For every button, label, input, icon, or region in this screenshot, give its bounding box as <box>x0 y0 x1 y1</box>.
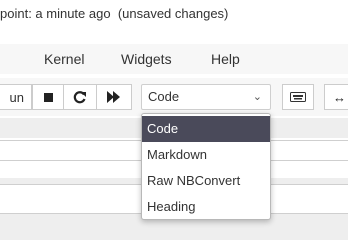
checkpoint-status: point: a minute ago (unsaved changes) <box>0 4 228 24</box>
toolbar: un Code ⌄ ↔ <box>0 78 348 116</box>
menu-kernel[interactable]: Kernel <box>44 44 84 74</box>
menu-help[interactable]: Help <box>211 44 240 74</box>
cell-type-value: Code <box>148 89 180 104</box>
run-button-label: un <box>9 89 24 105</box>
checkpoint-text: point: a minute ago <box>0 6 111 21</box>
menu-widgets[interactable]: Widgets <box>121 44 172 74</box>
stop-icon <box>43 92 53 102</box>
option-raw-nbconvert[interactable]: Raw NBConvert <box>142 168 270 194</box>
cell-type-select[interactable]: Code ⌄ <box>141 84 271 110</box>
more-button[interactable]: ↔ <box>324 84 348 110</box>
chevron-down-icon: ⌄ <box>252 91 262 103</box>
run-button[interactable]: un <box>0 84 32 110</box>
option-heading[interactable]: Heading <box>142 194 270 219</box>
restart-run-all-button[interactable] <box>96 84 132 110</box>
arrows-icon: ↔ <box>333 89 346 105</box>
fast-forward-icon <box>107 91 120 103</box>
restart-button[interactable] <box>63 84 97 110</box>
command-palette-button[interactable] <box>282 84 314 110</box>
cell-type-dropdown: Code Markdown Raw NBConvert Heading <box>141 113 271 220</box>
restart-icon <box>73 91 86 104</box>
menubar: Kernel Widgets Help <box>0 44 348 74</box>
interrupt-button[interactable] <box>32 84 64 110</box>
option-code[interactable]: Code <box>142 116 270 142</box>
keyboard-icon <box>290 92 306 102</box>
unsaved-indicator: (unsaved changes) <box>117 6 229 21</box>
option-markdown[interactable]: Markdown <box>142 142 270 168</box>
